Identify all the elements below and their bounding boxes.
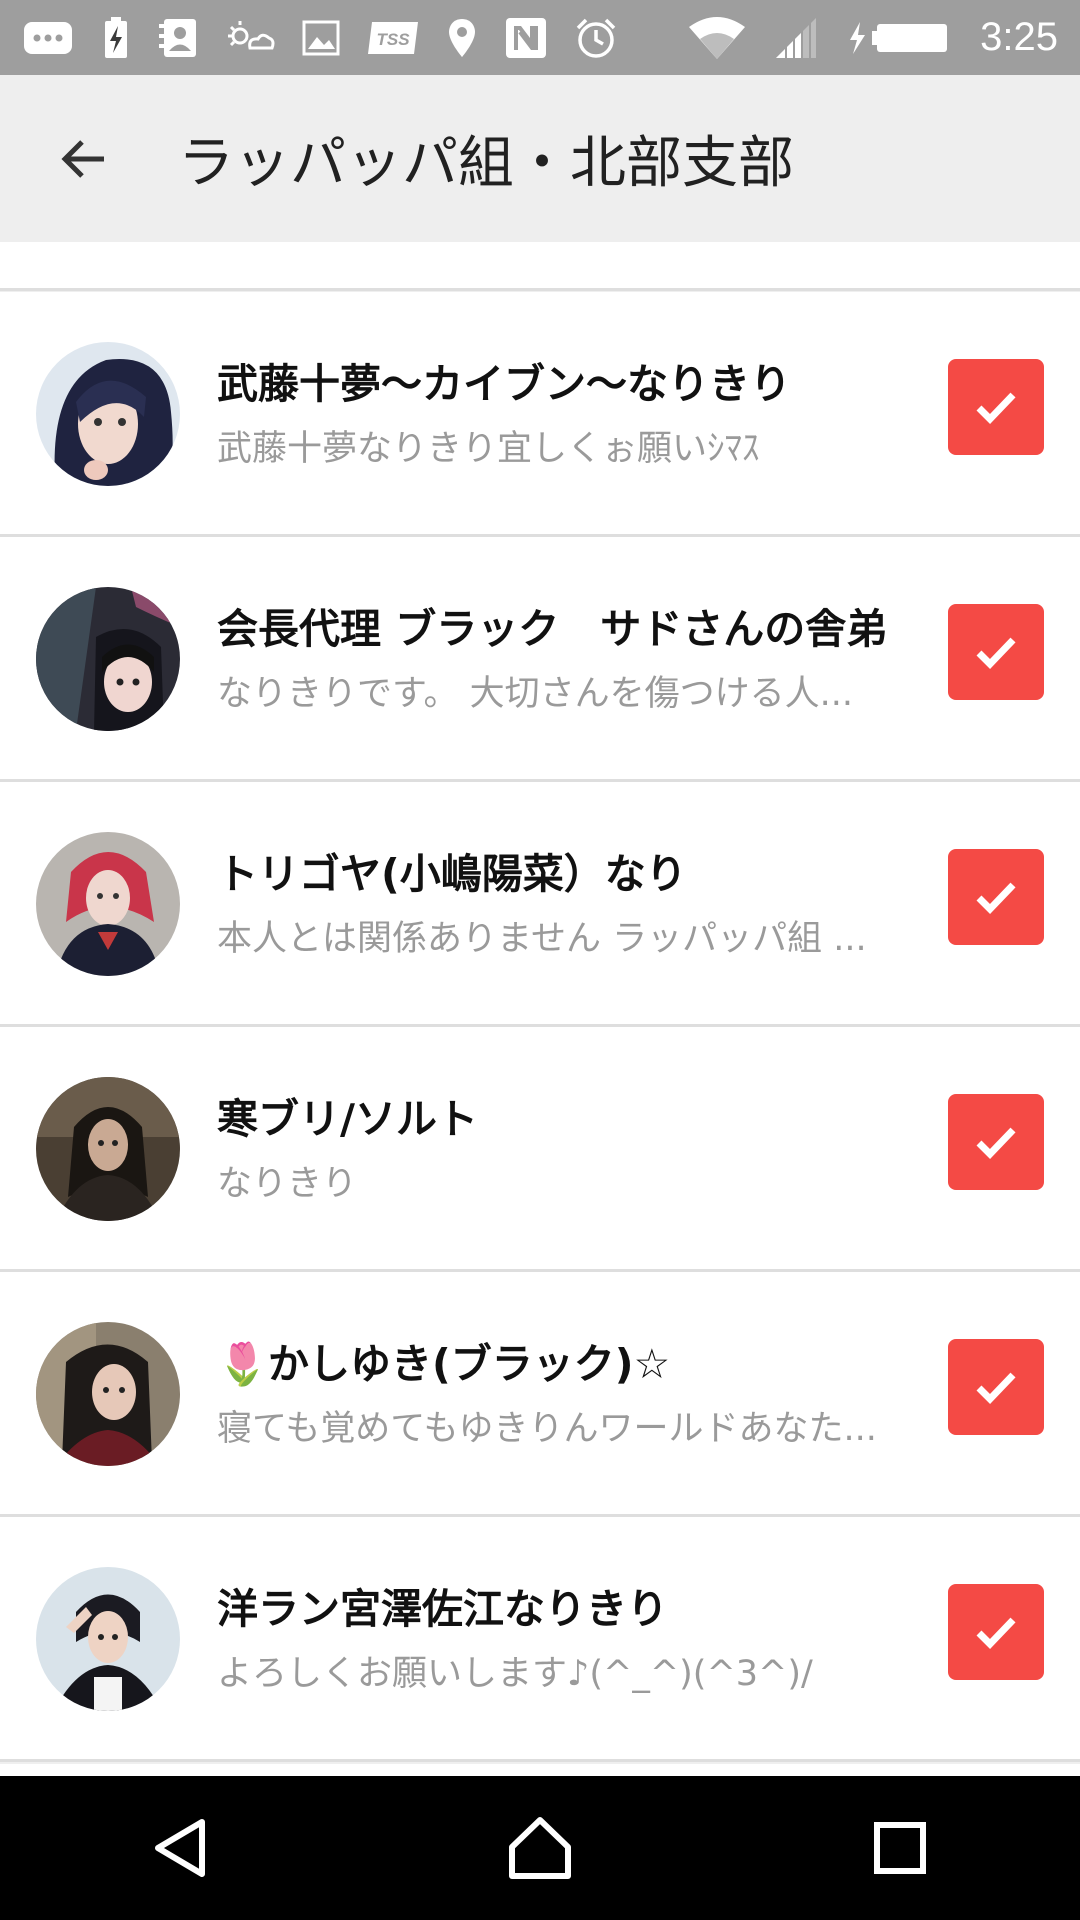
signal-icon bbox=[772, 16, 820, 60]
member-description: 武藤十夢なりきり宜しくぉ願いｼﾏｽ bbox=[217, 429, 760, 469]
checkmark-icon bbox=[976, 392, 1016, 424]
status-bar: TSS 3:25 bbox=[0, 0, 1080, 75]
avatar bbox=[36, 832, 180, 976]
alarm-icon bbox=[574, 16, 618, 60]
member-description: 本人とは関係ありません ラッパッパ組 ... bbox=[217, 919, 867, 959]
member-description: なりきり bbox=[217, 1164, 358, 1204]
checkmark-icon bbox=[976, 1127, 1016, 1159]
back-button[interactable] bbox=[48, 124, 118, 194]
wifi-icon bbox=[688, 15, 746, 61]
nav-recents-icon bbox=[874, 1822, 926, 1874]
weather-icon bbox=[226, 18, 276, 58]
member-checkbox[interactable] bbox=[948, 359, 1044, 455]
member-checkbox[interactable] bbox=[948, 1339, 1044, 1435]
member-description: なりきりです。 大切さんを傷つける人... bbox=[217, 674, 854, 714]
arrow-back-icon bbox=[61, 139, 104, 178]
member-description: 寝ても覚めてもゆきりんワールドあなた... bbox=[217, 1409, 877, 1449]
checkmark-icon bbox=[976, 1617, 1016, 1649]
member-checkbox[interactable] bbox=[948, 849, 1044, 945]
nav-back-button[interactable] bbox=[130, 1798, 230, 1898]
list-item[interactable]: 🌷かしゆき(ブラック)☆ 寝ても覚めてもゆきりんワールドあなた... bbox=[0, 1272, 1080, 1517]
list-item[interactable]: 洋ラン宮澤佐江なりきり よろしくお願いします♪(^_^)(^3^)/ bbox=[0, 1517, 1080, 1762]
checkmark-icon bbox=[976, 882, 1016, 914]
avatar bbox=[36, 1322, 180, 1466]
image-icon bbox=[302, 19, 340, 57]
nav-recents-button[interactable] bbox=[850, 1798, 950, 1898]
list-item[interactable]: トリゴヤ(小嶋陽菜）なり 本人とは関係ありません ラッパッパ組 ... bbox=[0, 782, 1080, 1027]
list-item[interactable]: 会長代理 ブラック サドさんの舎弟 なりきりです。 大切さんを傷つける人... bbox=[0, 537, 1080, 782]
avatar bbox=[36, 1077, 180, 1221]
list-item-partial bbox=[0, 1764, 1080, 1776]
nav-back-icon bbox=[155, 1819, 205, 1877]
status-icons-left: TSS bbox=[22, 16, 618, 60]
battery-icon bbox=[846, 18, 950, 58]
location-icon bbox=[446, 17, 478, 59]
app-bar: ラッパッパ組・北部支部 bbox=[0, 75, 1080, 242]
member-checkbox[interactable] bbox=[948, 1584, 1044, 1680]
contacts-icon bbox=[156, 16, 200, 60]
member-checkbox[interactable] bbox=[948, 1094, 1044, 1190]
status-time: 3:25 bbox=[980, 15, 1058, 59]
navigation-bar bbox=[0, 1776, 1080, 1920]
member-checkbox[interactable] bbox=[948, 604, 1044, 700]
tss-icon: TSS bbox=[366, 20, 420, 56]
status-icons-right: 3:25 bbox=[688, 15, 1058, 61]
member-list[interactable]: 武藤十夢〜カイブン〜なりきり 武藤十夢なりきり宜しくぉ願いｼﾏｽ 会長代理 ブラ… bbox=[0, 242, 1080, 1776]
page-title: ラッパッパ組・北部支部 bbox=[178, 131, 794, 196]
member-name: 🌷かしゆき(ブラック)☆ bbox=[217, 1340, 671, 1388]
member-name: 会長代理 ブラック サドさんの舎弟 bbox=[217, 605, 888, 653]
list-item[interactable]: 寒ブリ/ソルト なりきり bbox=[0, 1027, 1080, 1272]
battery-charging-small-icon bbox=[102, 16, 130, 60]
nav-home-icon bbox=[509, 1817, 571, 1879]
checkmark-icon bbox=[976, 637, 1016, 669]
avatar bbox=[36, 587, 180, 731]
member-name: 武藤十夢〜カイブン〜なりきり bbox=[217, 360, 791, 408]
member-name: 洋ラン宮澤佐江なりきり bbox=[217, 1585, 668, 1633]
avatar bbox=[36, 342, 180, 486]
list-item[interactable]: 武藤十夢〜カイブン〜なりきり 武藤十夢なりきり宜しくぉ願いｼﾏｽ bbox=[0, 292, 1080, 537]
list-item-partial bbox=[0, 242, 1080, 291]
nav-home-button[interactable] bbox=[490, 1798, 590, 1898]
member-name: トリゴヤ(小嶋陽菜）なり bbox=[217, 850, 687, 898]
member-description: よろしくお願いします♪(^_^)(^3^)/ bbox=[217, 1654, 813, 1694]
member-name: 寒ブリ/ソルト bbox=[217, 1095, 478, 1143]
messages-icon bbox=[22, 18, 76, 58]
avatar bbox=[36, 1567, 180, 1711]
nfc-icon bbox=[504, 16, 548, 60]
checkmark-icon bbox=[976, 1372, 1016, 1404]
tss-label: TSS bbox=[376, 30, 410, 49]
